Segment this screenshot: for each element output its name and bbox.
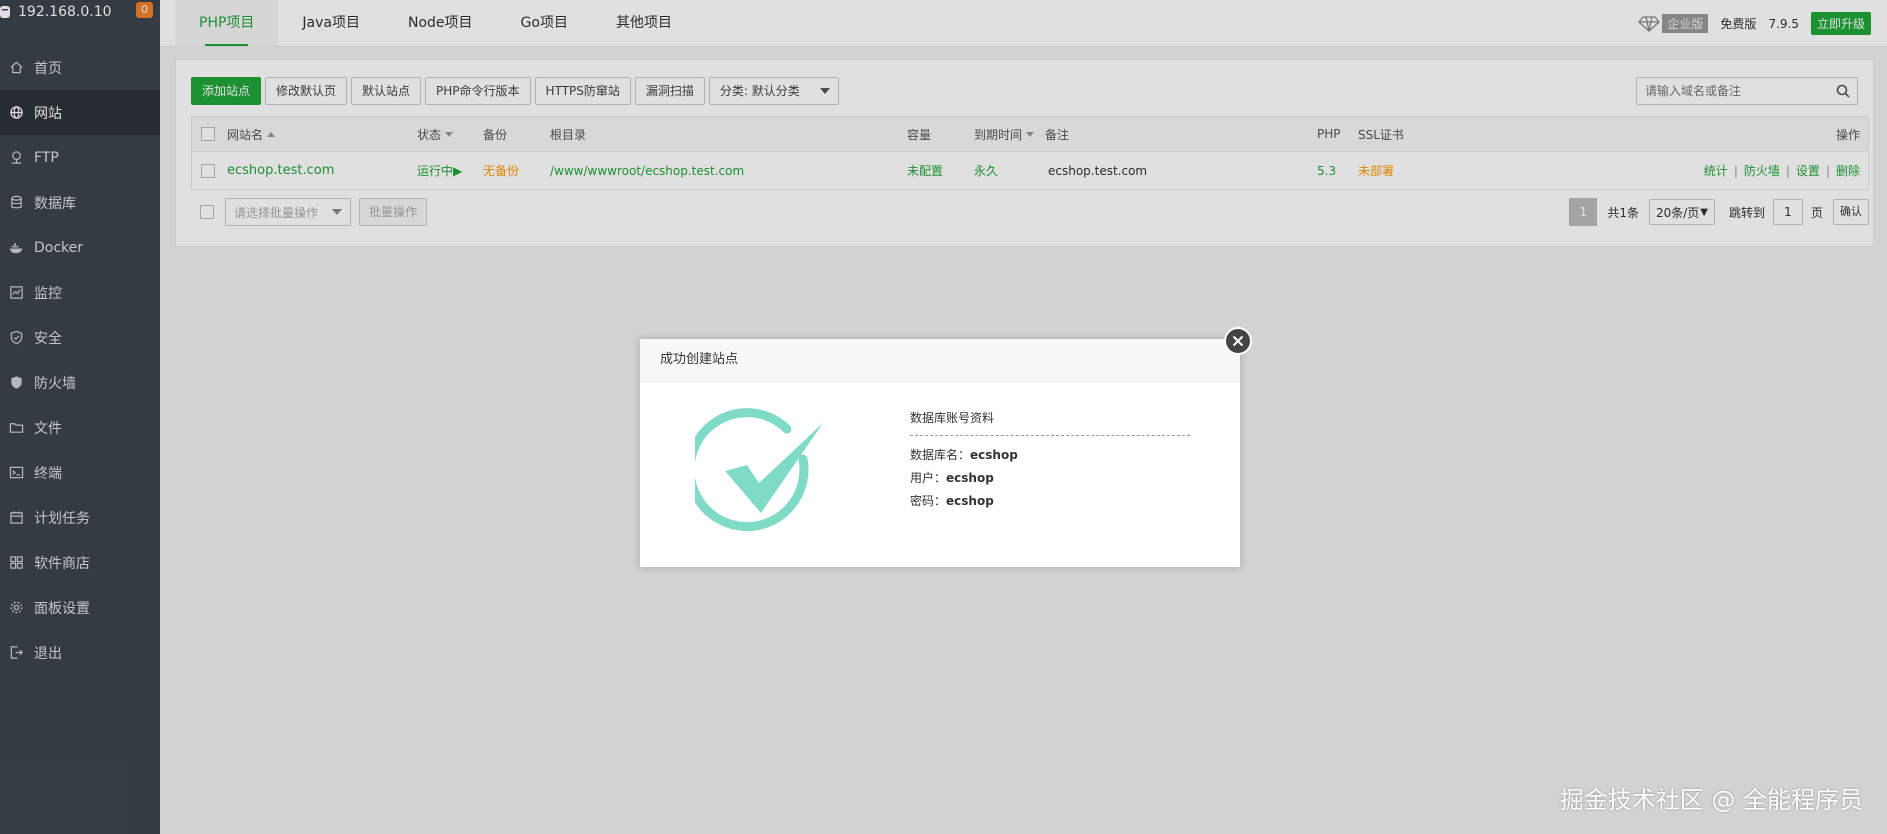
db-password-label: 密码： <box>910 494 947 508</box>
dialog-title: 成功创建站点 <box>640 339 1240 382</box>
db-name-value: ecshop <box>970 448 1018 462</box>
db-name-row: 数据库名：ecshop <box>910 446 1190 463</box>
db-user-row: 用户：ecshop <box>910 469 1190 486</box>
db-user-value: ecshop <box>946 471 994 485</box>
db-name-label: 数据库名： <box>910 448 971 462</box>
db-user-label: 用户： <box>910 471 947 485</box>
watermark: 掘金技术社区 @ 全能程序员 <box>1559 786 1863 814</box>
db-info-title: 数据库账号资料 <box>910 409 1190 436</box>
close-icon <box>1232 335 1244 347</box>
site-created-dialog: 成功创建站点 数据库账号资料 数据库名：ecshop 用户：ecshop 密码：… <box>640 339 1240 567</box>
db-password-row: 密码：ecshop <box>910 492 1190 509</box>
db-password-value: ecshop <box>946 494 994 508</box>
success-check-icon <box>685 405 827 537</box>
close-dialog-button[interactable] <box>1224 327 1252 355</box>
database-account-info: 数据库账号资料 数据库名：ecshop 用户：ecshop 密码：ecshop <box>910 409 1190 515</box>
